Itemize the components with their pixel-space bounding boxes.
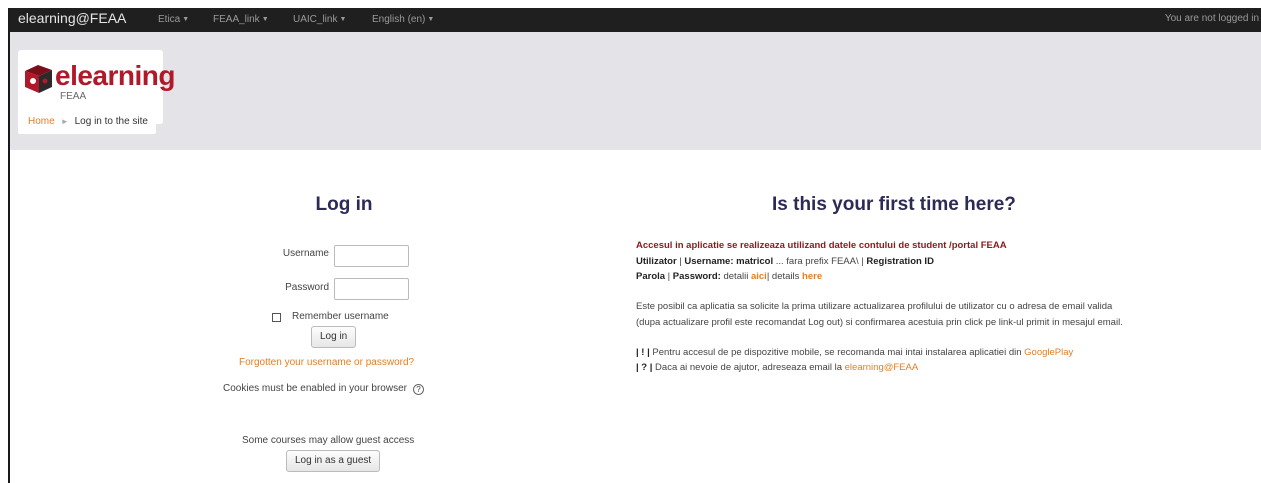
chevron-down-icon: ▼ bbox=[261, 16, 269, 23]
breadcrumb-current: Log in to the site bbox=[74, 116, 148, 127]
here-link[interactable]: here bbox=[802, 271, 822, 282]
remember-username-label: Remember username bbox=[292, 311, 389, 322]
browser-viewport: elearning@FEAA Etica ▼ FEAA_link ▼ UAIC_li… bbox=[8, 8, 1261, 483]
logo-emblem-icon bbox=[25, 65, 52, 93]
menu-etica[interactable]: Etica ▼ bbox=[158, 14, 189, 25]
mobile-info-text: Pentru accesul de pe dispozitive mobile,… bbox=[649, 347, 1025, 358]
forgot-password-link[interactable]: Forgotten your username or password? bbox=[239, 357, 414, 368]
password-input[interactable] bbox=[334, 278, 409, 300]
username-info-text: ... fara prefix FEAA\ | bbox=[773, 256, 867, 267]
email-info-line-1: Este posibil ca aplicatia sa solicite la… bbox=[636, 301, 1113, 312]
menu-uaic-link[interactable]: UAIC_link ▼ bbox=[293, 14, 346, 25]
login-status: You are not logged in bbox=[1164, 13, 1259, 24]
menu-uaic-link-label: UAIC_link bbox=[293, 14, 338, 25]
site-brand-link[interactable]: elearning@FEAA bbox=[18, 10, 126, 26]
menu-language[interactable]: English (en) ▼ bbox=[372, 14, 434, 25]
email-info-line-2: (dupa actualizare profil este recomandat… bbox=[636, 317, 1123, 328]
password-word-label: Password: bbox=[672, 271, 721, 282]
cookies-notice: Cookies must be enabled in your browser? bbox=[223, 383, 424, 395]
menu-feaa-link-label: FEAA_link bbox=[213, 14, 260, 25]
googleplay-link[interactable]: GooglePlay bbox=[1024, 347, 1073, 358]
guest-access-text: Some courses may allow guest access bbox=[242, 435, 415, 446]
aici-link[interactable]: aici bbox=[751, 271, 767, 282]
chevron-down-icon: ▼ bbox=[339, 16, 347, 23]
username-label: Username bbox=[282, 248, 329, 259]
login-heading: Log in bbox=[315, 194, 373, 215]
menu-language-label: English (en) bbox=[372, 14, 426, 25]
password-info-line: Parola | Password: detalii aici| details… bbox=[636, 271, 822, 282]
username-info-line: Utilizator | Username: matricol ... fara… bbox=[636, 256, 934, 267]
password-info-text2: | details bbox=[766, 271, 803, 282]
menu-etica-label: Etica bbox=[158, 14, 181, 25]
parola-label: Parola bbox=[636, 271, 666, 282]
help-info-text: Daca ai nevoie de ajutor, adreseaza emai… bbox=[652, 362, 845, 373]
chevron-down-icon: ▼ bbox=[427, 16, 435, 23]
password-label: Password bbox=[285, 282, 329, 293]
help-info-line: | ? | Daca ai nevoie de ajutor, adreseaz… bbox=[636, 362, 918, 373]
breadcrumb: Home ► Log in to the site bbox=[18, 112, 156, 134]
help-prefix: | ? | bbox=[636, 362, 653, 373]
help-icon[interactable]: ? bbox=[412, 384, 424, 395]
chevron-down-icon: ▼ bbox=[182, 16, 190, 23]
page-header: elearning FEAA Home ► Log in to the site bbox=[10, 32, 1261, 144]
menu-feaa-link[interactable]: FEAA_link ▼ bbox=[213, 14, 269, 25]
registration-id-label: Registration ID bbox=[866, 256, 934, 267]
logo-subtitle: FEAA bbox=[60, 91, 87, 102]
username-matricol-label: Username: matricol bbox=[684, 256, 774, 267]
password-info-text1: detalii bbox=[720, 271, 751, 282]
breadcrumb-separator-icon: ► bbox=[60, 117, 69, 126]
username-input[interactable] bbox=[334, 245, 409, 267]
login-button[interactable]: Log in bbox=[311, 326, 357, 348]
guest-login-button[interactable]: Log in as a guest bbox=[286, 450, 381, 472]
cookies-notice-text: Cookies must be enabled in your browser bbox=[223, 383, 407, 394]
remember-username-checkbox[interactable] bbox=[272, 313, 281, 322]
utilizator-label: Utilizator bbox=[636, 256, 677, 267]
mobile-info-line: | ! | Pentru accesul de pe dispozitive m… bbox=[636, 347, 1073, 358]
document-strip bbox=[0, 0, 1261, 8]
access-info-line: Accesul in aplicatie se realizeaza utili… bbox=[636, 240, 1007, 251]
first-time-heading: Is this your first time here? bbox=[772, 194, 1016, 215]
breadcrumb-home-link[interactable]: Home bbox=[28, 116, 55, 127]
site-logo[interactable]: elearning FEAA bbox=[18, 50, 175, 124]
help-email-link[interactable]: elearning@FEAA bbox=[845, 362, 919, 373]
mobile-prefix: | ! | bbox=[636, 347, 650, 358]
main-content: Log in Username Password Remember userna… bbox=[10, 144, 1261, 483]
logo-wordmark: elearning bbox=[55, 60, 175, 91]
password-info-sep: | bbox=[665, 271, 673, 282]
top-navbar: elearning@FEAA Etica ▼ FEAA_link ▼ UAIC_li… bbox=[10, 8, 1261, 32]
